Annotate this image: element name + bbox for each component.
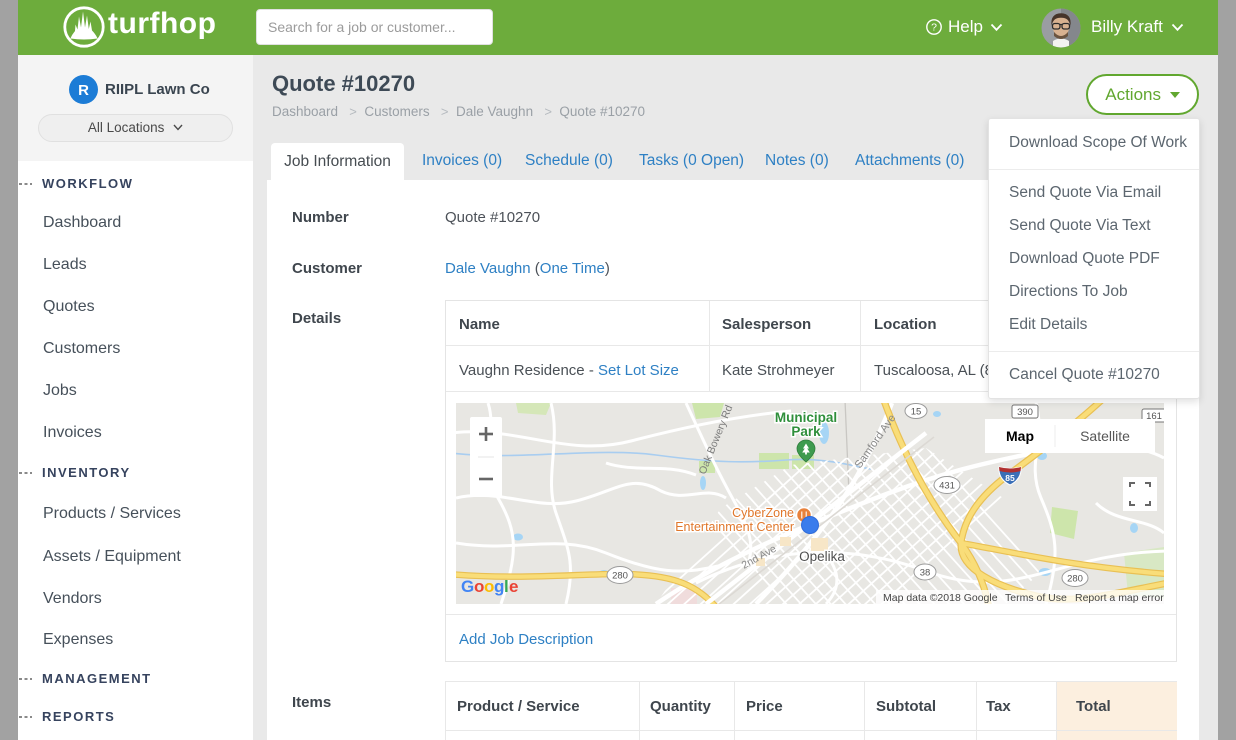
svg-text:Park: Park xyxy=(791,424,821,439)
svg-text:Report a map error: Report a map error xyxy=(1075,592,1164,604)
svg-text:G: G xyxy=(461,577,474,596)
svg-text:o: o xyxy=(484,577,494,596)
svg-text:280: 280 xyxy=(1067,574,1083,585)
svg-text:Entertainment Center: Entertainment Center xyxy=(675,520,794,534)
svg-text:390: 390 xyxy=(1017,407,1033,418)
svg-text:R: R xyxy=(78,82,89,99)
svg-text:85: 85 xyxy=(1005,473,1015,483)
svg-text:38: 38 xyxy=(920,568,931,579)
svg-text:Municipal: Municipal xyxy=(775,410,837,425)
svg-text:15: 15 xyxy=(911,407,922,418)
svg-text:g: g xyxy=(494,577,504,596)
svg-text:o: o xyxy=(474,577,484,596)
svg-text:Terms of Use: Terms of Use xyxy=(1005,592,1067,604)
svg-text:Map: Map xyxy=(1006,428,1034,444)
svg-text:431: 431 xyxy=(939,481,955,492)
svg-text:e: e xyxy=(509,577,518,596)
svg-text:Opelika: Opelika xyxy=(799,549,845,564)
svg-text:CyberZone: CyberZone xyxy=(732,506,794,520)
svg-text:280: 280 xyxy=(612,571,628,582)
svg-text:Satellite: Satellite xyxy=(1080,428,1130,444)
svg-text:Map data ©2018 Google: Map data ©2018 Google xyxy=(883,592,998,604)
svg-text:?: ? xyxy=(931,22,937,34)
